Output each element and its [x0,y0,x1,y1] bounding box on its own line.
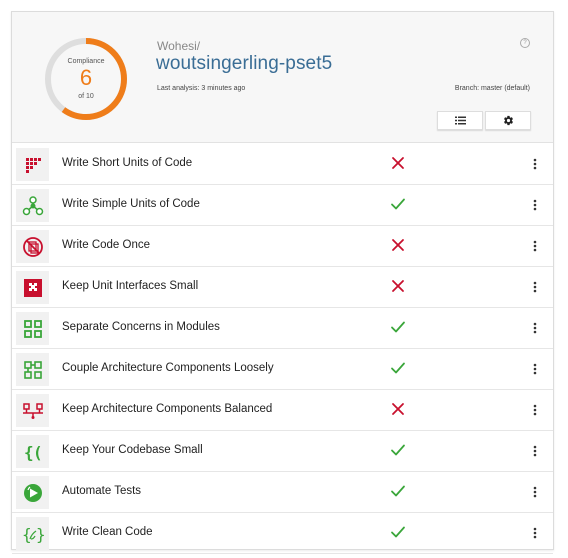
guideline-label: Keep Your Codebase Small [62,444,203,456]
automate-tests-icon [16,476,49,509]
more-options-icon[interactable] [531,526,539,540]
code-once-icon [16,230,49,263]
cross-icon [390,278,406,294]
guideline-label: Keep Architecture Components Balanced [62,403,273,415]
clean-code-icon: {} [16,517,49,550]
separate-concerns-icon [16,312,49,345]
check-icon [390,319,406,335]
check-icon [390,483,406,499]
more-options-icon[interactable] [531,239,539,253]
guideline-row[interactable]: Automate Tests [12,472,553,513]
branch-info: Branch: master (default) [454,85,530,92]
svg-text:(: ( [33,443,43,462]
svg-text:{: { [22,525,32,544]
guideline-row[interactable]: Write Simple Units of Code [12,185,553,226]
more-options-icon[interactable] [531,321,539,335]
gauge-title: Compliance [67,58,105,65]
repository-header: Compliance 6 of 10 Wohesi/ woutsingerlin… [12,12,553,143]
more-options-icon[interactable] [531,280,539,294]
guideline-label: Keep Unit Interfaces Small [62,280,199,292]
simple-units-icon [16,189,49,222]
guideline-row[interactable]: Couple Architecture Components Loosely [12,349,553,390]
gauge-value: 6 [79,65,93,90]
gear-icon [503,115,513,126]
repository-name[interactable]: woutsingerling-pset5 [156,53,332,75]
organization-name[interactable]: Wohesi/ [157,39,200,53]
small-codebase-icon: {( [16,435,49,468]
compliance-gauge: Compliance 6 of 10 [43,36,129,122]
more-options-icon[interactable] [531,362,539,376]
unit-interfaces-icon [16,271,49,304]
guideline-row[interactable]: {} Write Clean Code [12,513,553,554]
more-options-icon[interactable] [531,198,539,212]
guideline-label: Write Clean Code [62,526,153,538]
short-units-icon [16,148,49,181]
last-analysis: Last analysis: 3 minutes ago [157,85,246,92]
cross-icon [390,237,406,253]
more-options-icon[interactable] [531,403,539,417]
settings-button[interactable] [485,111,531,130]
list-icon [454,116,466,125]
more-options-icon[interactable] [531,444,539,458]
svg-text:}: } [36,525,44,544]
guideline-label: Write Short Units of Code [62,157,193,169]
repository-card: Compliance 6 of 10 Wohesi/ woutsingerlin… [11,11,554,554]
couple-components-icon [16,353,49,386]
guideline-row[interactable]: {( Keep Your Codebase Small [12,431,553,472]
check-icon [390,196,406,212]
check-icon [390,360,406,376]
guideline-list: Write Short Units of Code Write Simple Un… [12,144,553,554]
guideline-row[interactable]: Write Code Once [12,226,553,267]
help-icon[interactable]: ? [520,38,530,48]
guideline-row[interactable]: Keep Architecture Components Balanced [12,390,553,431]
cross-icon [390,155,406,171]
guideline-row[interactable]: Separate Concerns in Modules [12,308,553,349]
guideline-label: Write Simple Units of Code [62,198,200,210]
guideline-label: Separate Concerns in Modules [62,321,220,333]
guideline-row[interactable]: Keep Unit Interfaces Small [12,267,553,308]
guideline-label: Write Code Once [62,239,150,251]
more-options-icon[interactable] [531,157,539,171]
cross-icon [390,401,406,417]
balanced-components-icon [16,394,49,427]
check-icon [390,524,406,540]
gauge-total: of 10 [78,93,94,100]
guideline-row[interactable]: Write Short Units of Code [12,144,553,185]
list-view-button[interactable] [437,111,483,130]
guideline-label: Automate Tests [62,485,142,497]
guideline-label: Couple Architecture Components Loosely [62,362,274,374]
check-icon [390,442,406,458]
more-options-icon[interactable] [531,485,539,499]
